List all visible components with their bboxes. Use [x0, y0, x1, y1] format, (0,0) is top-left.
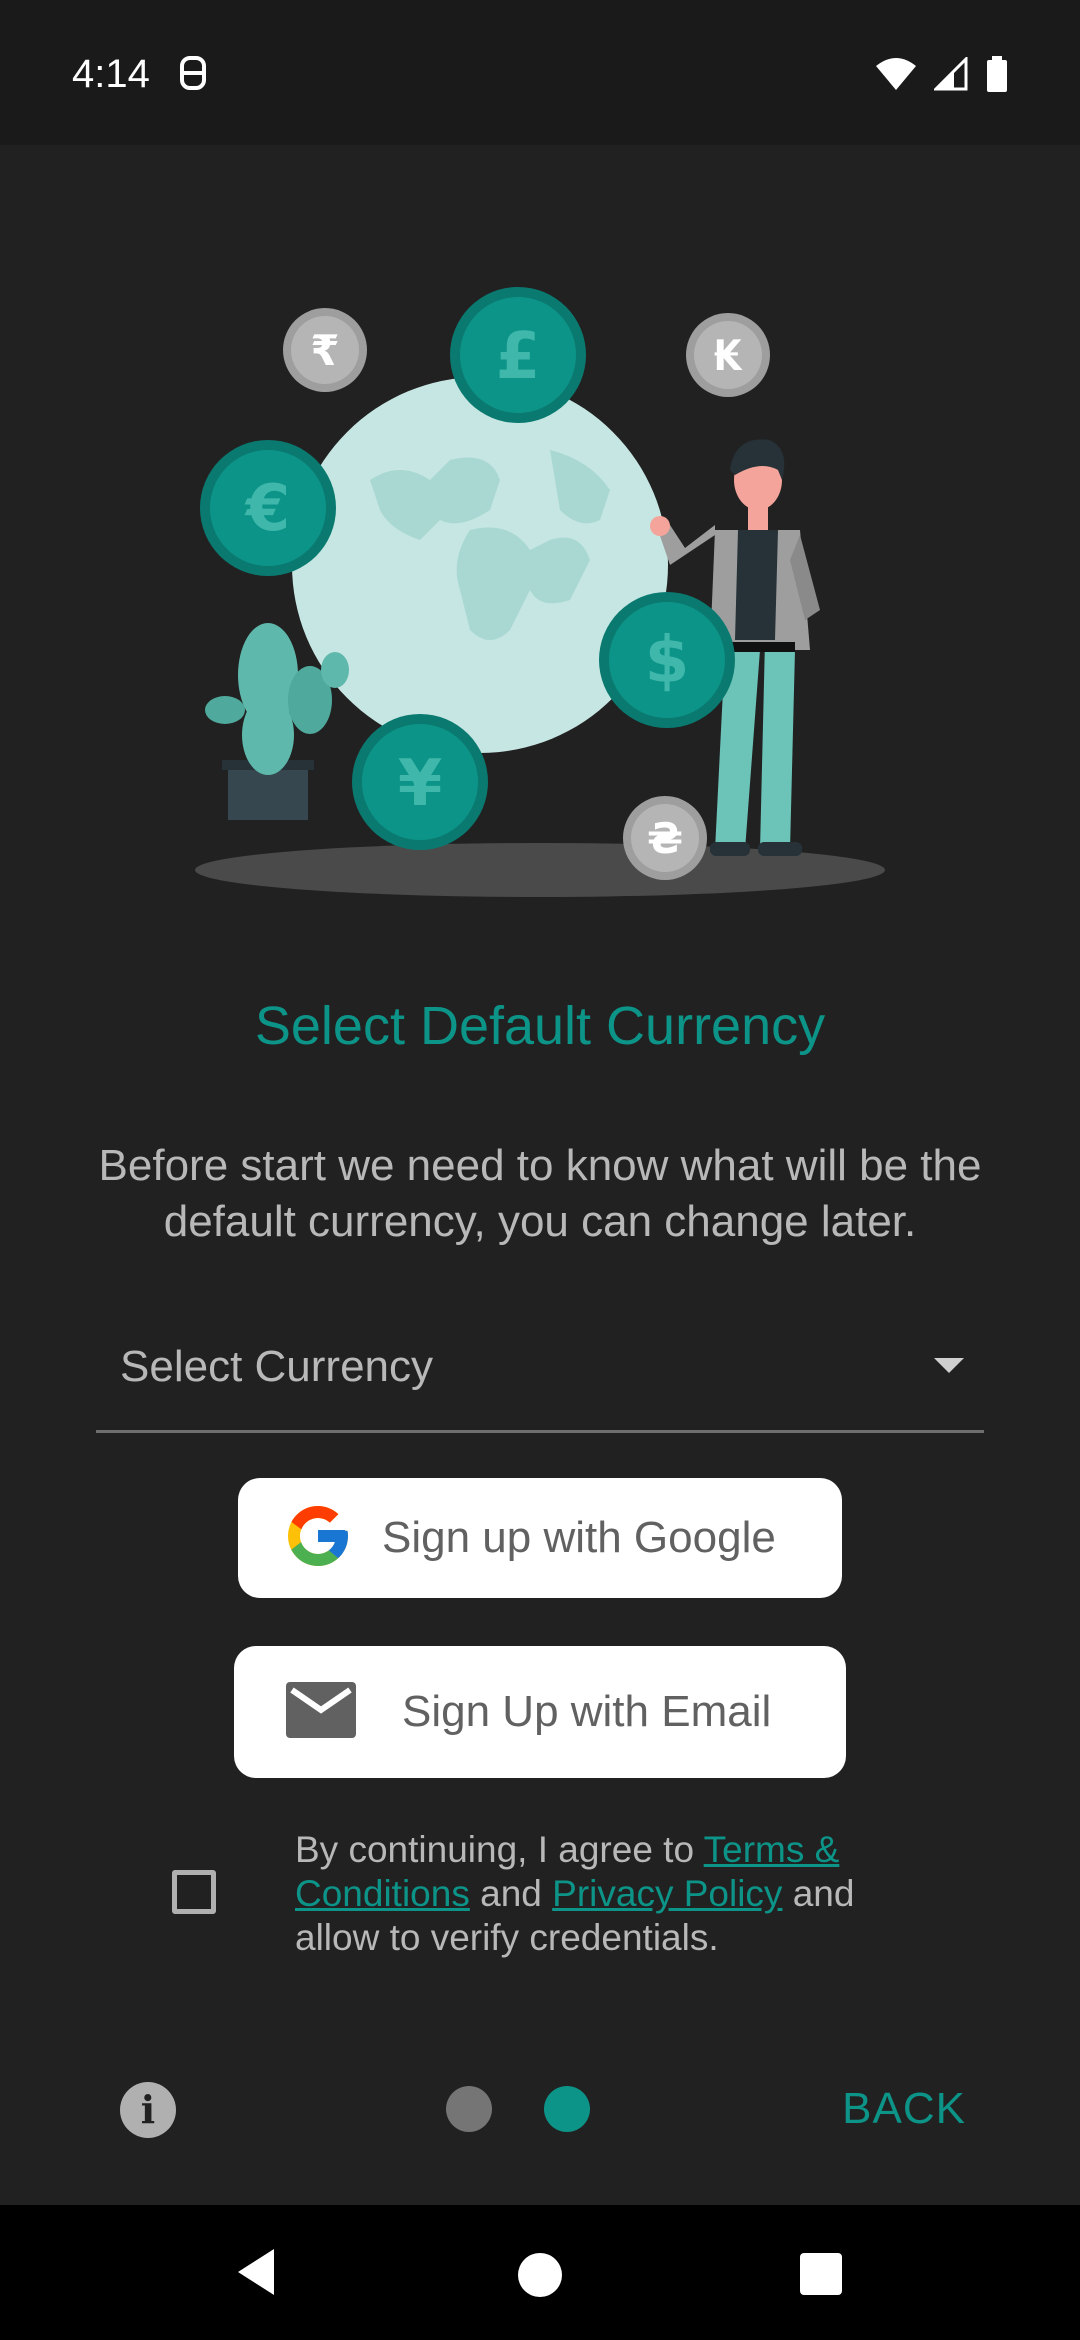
- onboarding-nav: i BACK: [0, 2060, 1080, 2160]
- email-signup-button[interactable]: Sign Up with Email: [234, 1646, 846, 1778]
- coin-rupee-icon: ₹: [283, 308, 367, 392]
- agreement-checkbox[interactable]: [172, 1870, 216, 1914]
- email-signup-label: Sign Up with Email: [402, 1687, 772, 1736]
- google-signup-button[interactable]: Sign up with Google: [238, 1478, 842, 1598]
- system-navigation-bar: [0, 2205, 1080, 2340]
- page-title: Select Default Currency: [254, 996, 826, 1056]
- notification-app-icon: [178, 54, 208, 97]
- svg-text:₴: ₴: [647, 814, 683, 863]
- status-icons: [876, 55, 1008, 97]
- page-subtitle: Before start we need to know what will b…: [98, 1141, 982, 1246]
- dropdown-arrow-icon: [934, 1358, 964, 1373]
- info-icon[interactable]: i: [120, 2082, 176, 2138]
- svg-text:₭: ₭: [713, 331, 743, 380]
- agreement-row: By continuing, I agree to Terms & Condit…: [0, 1828, 1080, 1968]
- status-bar: 4:14: [0, 0, 1080, 145]
- onboarding-screen: ₹ £ ₭ € $ ¥ ₴ Select Default Currency Be…: [0, 145, 1080, 2205]
- nav-home-icon[interactable]: [518, 2253, 562, 2297]
- email-icon: [286, 1681, 356, 1743]
- privacy-policy-link[interactable]: Privacy Policy: [552, 1873, 782, 1914]
- signal-icon: [932, 55, 968, 96]
- coin-euro-icon: €: [200, 440, 336, 576]
- coin-yen-icon: ¥: [352, 714, 488, 850]
- currency-dropdown-label: Select Currency: [120, 1342, 434, 1391]
- wifi-icon: [876, 57, 916, 96]
- status-time: 4:14: [72, 52, 150, 96]
- battery-icon: [986, 56, 1008, 97]
- svg-text:¥: ¥: [398, 747, 443, 821]
- svg-text:$: $: [645, 624, 690, 698]
- google-signup-label: Sign up with Google: [382, 1513, 776, 1562]
- google-logo-icon: [282, 1500, 354, 1577]
- svg-text:£: £: [496, 320, 541, 394]
- back-button[interactable]: BACK: [842, 2084, 966, 2134]
- nav-back-icon[interactable]: [236, 2247, 276, 2302]
- coin-dollar-icon: $: [599, 592, 735, 728]
- currency-dropdown[interactable]: Select Currency: [96, 1320, 984, 1433]
- coin-kip-icon: ₭: [686, 313, 770, 397]
- agreement-prefix: By continuing, I agree to: [295, 1829, 704, 1870]
- page-indicator-dot-2-active: [544, 2086, 590, 2132]
- nav-recents-icon[interactable]: [800, 2253, 842, 2295]
- currency-illustration: ₹ £ ₭ € $ ¥ ₴: [195, 287, 885, 897]
- agreement-middle: and: [469, 1873, 553, 1914]
- agreement-text: By continuing, I agree to Terms & Condit…: [295, 1828, 915, 1960]
- coin-hryvnia-icon: ₴: [623, 796, 707, 880]
- svg-text:₹: ₹: [310, 326, 339, 375]
- svg-text:€: €: [244, 472, 291, 546]
- page-indicator-dot-1: [446, 2086, 492, 2132]
- coin-pound-icon: £: [450, 287, 586, 423]
